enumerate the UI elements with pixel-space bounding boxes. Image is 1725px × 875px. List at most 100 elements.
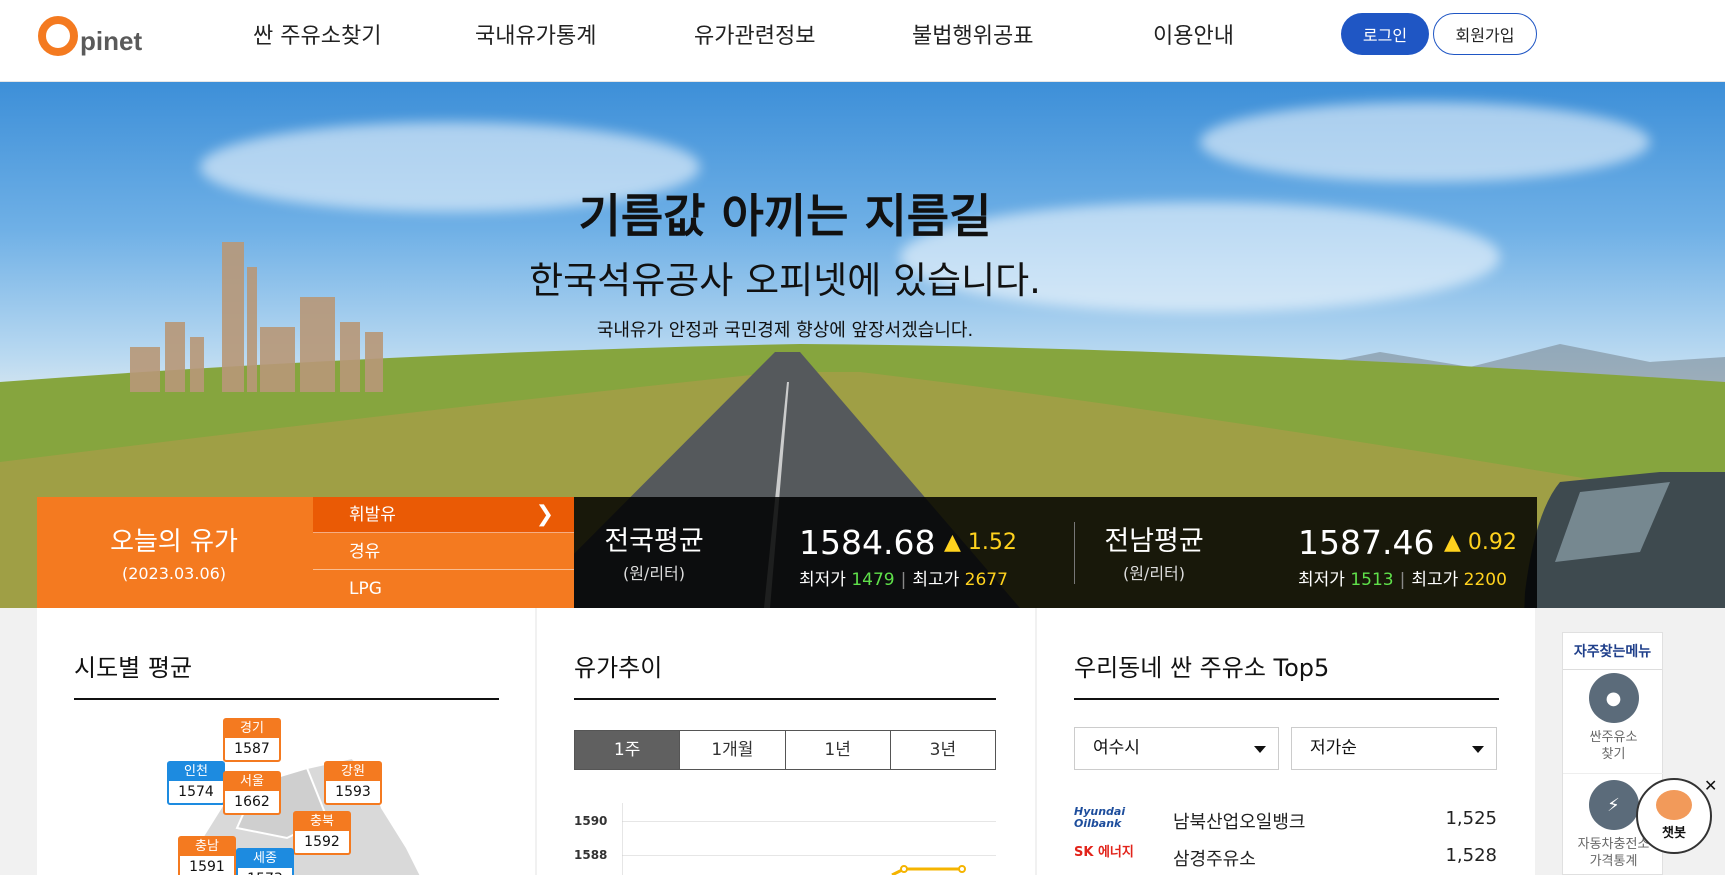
main-content: 시도별 평균 경기 1587 인천 1574 서울 1662 강원 1593 충… [0,608,1725,875]
pin-name: 강원 [326,763,380,781]
quick-cheap-station[interactable]: ● 싼주유소 찾기 [1563,673,1664,763]
region-max: 2200 [1463,570,1507,590]
hyundai-oilbank-logo: Hyundai Oilbank [1074,805,1126,830]
triangle-up-icon: ▲ [1444,530,1461,555]
fuel-tab-label: 휘발유 [349,505,396,525]
chatbot-button[interactable]: 챗봇 [1636,778,1712,854]
fuel-tab-label: LPG [349,579,382,599]
station-row[interactable]: Hyundai Oilbank 남북산업오일뱅크 1,525 [1074,804,1499,834]
average-price-panel: 전국평균 (원/리터) 1584.68 ▲ 1.52 최저가 1479 | 최고가 … [574,497,1537,608]
station-name: 남북산업오일뱅크 [1173,812,1306,833]
period-tab-1year[interactable]: 1년 [785,731,891,769]
pin-value: 1573 [238,868,292,875]
fuel-tab-lpg[interactable]: LPG [313,571,574,607]
y-axis-label: 1588 [574,848,608,862]
sido-average-panel: 시도별 평균 경기 1587 인천 1574 서울 1662 강원 1593 충… [37,608,535,875]
triangle-up-icon: ▲ [944,530,961,555]
period-tab-3year[interactable]: 3년 [890,731,995,769]
fuel-tab-gasoline[interactable]: 휘발유 ❯ [313,497,574,533]
fuel-tab-diesel[interactable]: 경유 [313,534,574,570]
national-change-value: 1.52 [967,530,1017,555]
region-average-price: 1587.46 [1298,523,1435,562]
pin-name: 충북 [295,813,349,831]
nav-oil-info[interactable]: 유가관련정보 [694,18,815,50]
caret-down-icon [1254,746,1266,753]
sk-energy-logo: SK 에너지 [1074,845,1134,860]
title-underline [574,698,996,700]
min-label: 최저가 [799,570,846,590]
map-pin-gangwon[interactable]: 강원 1593 [324,761,382,805]
site-header: pinet 싼 주유소찾기 국내유가통계 유가관련정보 불법행위공표 이용안내 … [0,0,1725,82]
pin-value: 1574 [178,784,214,800]
period-tab-1month[interactable]: 1개월 [680,731,786,769]
pin-name: 서울 [225,773,279,791]
city-select[interactable]: 여수시 [1074,727,1279,770]
pin-name: 인천 [169,763,223,781]
fuel-tab-label: 경유 [349,542,381,562]
city-select-value: 여수시 [1093,738,1140,758]
region-unit: (원/리터) [1122,564,1186,583]
top5-title: 우리동네 싼 주유소 Top5 [1074,654,1330,682]
national-average-price: 1584.68 [799,523,936,562]
period-tab-1week[interactable]: 1주 [575,731,681,769]
map-pin-incheon[interactable]: 인천 1574 [167,761,225,805]
sort-select[interactable]: 저가순 [1291,727,1497,770]
charger-icon: ⚡ [1588,780,1639,830]
station-name: 삼경주유소 [1173,849,1256,870]
title-underline [1074,698,1499,700]
pin-name: 세종 [238,850,292,868]
national-unit: (원/리터) [622,564,686,583]
station-row[interactable]: SK 에너지 삼경주유소 1,528 [1074,841,1499,871]
caret-down-icon [1472,746,1484,753]
trend-line-chart [622,803,966,875]
nav-domestic-stats[interactable]: 국내유가통계 [475,18,596,50]
national-min: 1479 [851,570,895,590]
station-price: 1,525 [1445,808,1497,829]
logo-o-mark [38,16,78,56]
sort-select-value: 저가순 [1310,738,1357,758]
car-illustration [1524,472,1725,608]
region-average-label: 전남평균 [1104,526,1204,557]
hero-title: 기름값 아끼는 지름길 [578,189,992,243]
map-pin-gyeonggi[interactable]: 경기 1587 [223,718,281,762]
pin-value: 1587 [234,741,270,757]
map-pin-chungbuk[interactable]: 충북 1592 [293,811,351,855]
close-icon[interactable]: ✕ [1704,776,1717,795]
separator: | [1399,570,1406,590]
period-tabs: 1주 1개월 1년 3년 [574,730,996,770]
pin-value: 1662 [234,794,270,810]
map-pin-sejong[interactable]: 세종 1573 [236,848,294,875]
hero-subtitle: 한국석유공사 오피넷에 있습니다. [529,259,1041,302]
y-axis-label: 1590 [574,814,608,828]
divider [1074,522,1075,584]
station-price: 1,528 [1445,845,1497,866]
fuel-type-tabs: 휘발유 ❯ 경유 LPG [311,497,574,608]
hero-description: 국내유가 안정과 국민경제 향상에 앞장서겠습니다. [596,320,974,341]
login-button[interactable]: 로그인 [1341,13,1429,55]
national-min-max: 최저가 1479 | 최고가 2677 [799,565,1008,590]
opinet-logo[interactable]: pinet [38,8,142,56]
map-pin-seoul[interactable]: 서울 1662 [223,771,281,815]
logo-text: pinet [80,26,143,56]
price-trend-title: 유가추이 [574,654,663,682]
pin-value: 1592 [304,834,340,850]
pin-value: 1593 [335,784,371,800]
today-price-bar: 오늘의 유가 (2023.03.06) 휘발유 ❯ 경유 LPG 전국평균 (원… [37,497,1537,608]
chatbot-label: 챗봇 [1662,826,1686,841]
price-trend-panel: 유가추이 1주 1개월 1년 3년 1590 1588 [537,608,1035,875]
join-button[interactable]: 회원가입 [1433,13,1537,55]
pin-name: 경기 [225,720,279,738]
national-max: 2677 [964,570,1008,590]
sido-average-title: 시도별 평균 [74,654,193,682]
title-underline [74,698,499,700]
nav-cheap-station[interactable]: 싼 주유소찾기 [253,18,381,50]
nav-illegal-disclosure[interactable]: 불법행위공표 [912,18,1033,50]
nav-guide[interactable]: 이용안내 [1153,18,1234,50]
max-label: 최고가 [912,570,960,590]
quick-menu-title: 자주찾는메뉴 [1563,633,1662,670]
pin-value: 1591 [189,859,225,875]
map-pin-chungnam[interactable]: 충남 1591 [178,836,236,875]
today-price-label: 오늘의 유가 (2023.03.06) [37,497,311,608]
quick-item-label: 싼주유소 찾기 [1589,730,1638,762]
region-change-value: 0.92 [1467,530,1517,555]
